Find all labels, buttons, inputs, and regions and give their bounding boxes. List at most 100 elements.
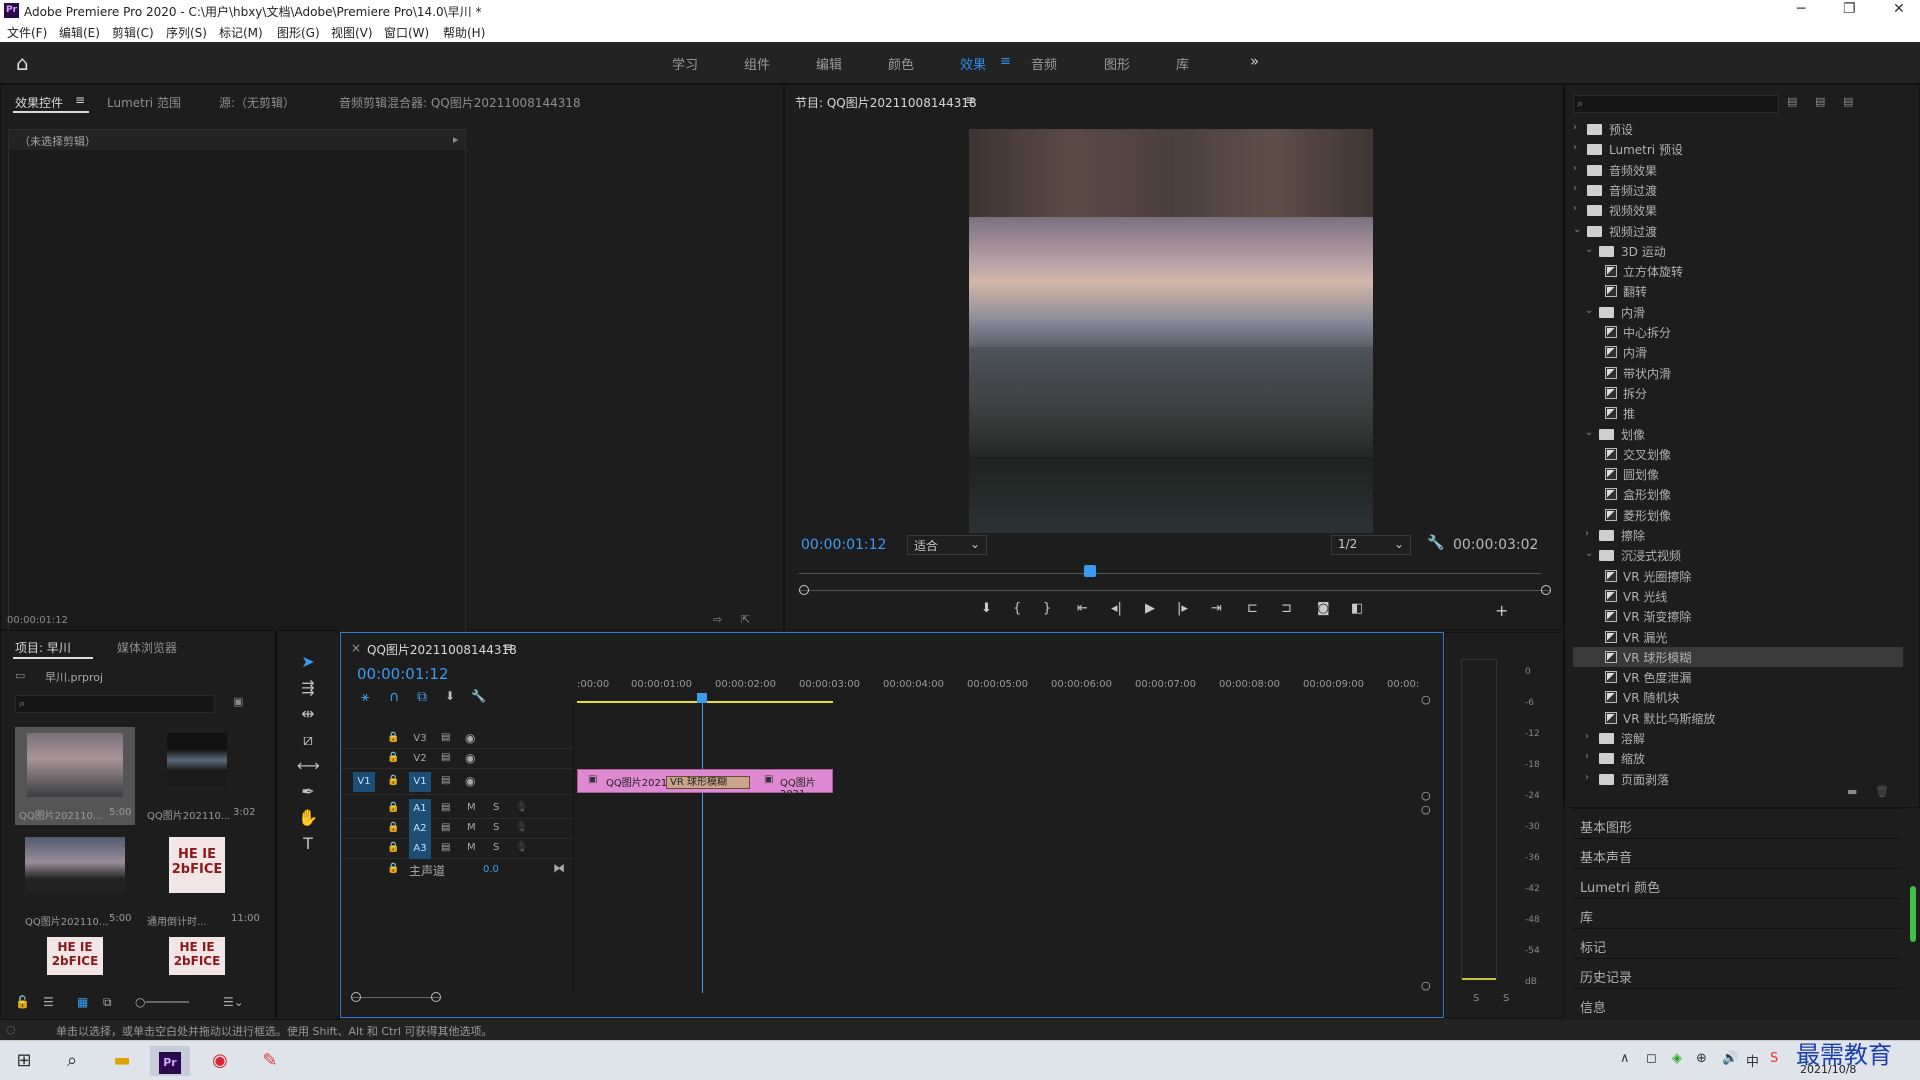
lift-icon[interactable]: ⊏	[1247, 601, 1258, 616]
step-back-icon[interactable]: ◂|	[1111, 601, 1122, 616]
solo-button[interactable]: S	[493, 822, 499, 833]
playhead-handle[interactable]	[1084, 565, 1096, 577]
settings-wrench-icon[interactable]: 🔧	[471, 689, 486, 703]
lock-icon[interactable]: 🔒	[387, 842, 399, 853]
sort-icon[interactable]: ☰⌄	[223, 995, 244, 1009]
section-essential-sound[interactable]: 基本声音	[1572, 838, 1902, 866]
effect-folder[interactable]: ⌄ 内滑	[1573, 302, 1903, 322]
effect-folder[interactable]: ⌄ 视频过渡	[1573, 221, 1903, 241]
notification-tray-icon[interactable]: ◻	[1646, 1051, 1657, 1066]
linked-selection-icon[interactable]: ⧉	[417, 689, 427, 705]
track-label[interactable]: V1	[409, 772, 431, 792]
effect-item[interactable]: VR 光圈擦除	[1573, 566, 1903, 586]
effect-folder[interactable]: › 擦除	[1573, 525, 1903, 545]
razor-tool-icon[interactable]: ⧄	[297, 729, 319, 751]
eye-icon[interactable]: ◉	[465, 774, 475, 788]
mute-button[interactable]: M	[467, 802, 476, 813]
premiere-taskbar-icon[interactable]: Pr	[150, 1046, 190, 1076]
tab-project[interactable]: 项目: 早川	[15, 639, 71, 656]
menu-view[interactable]: 视图(V)	[331, 24, 373, 41]
yuv-effects-icon[interactable]: ▤	[1843, 95, 1853, 108]
effect-item[interactable]: 菱形划像	[1573, 505, 1903, 525]
compare-icon[interactable]: ◧	[1351, 601, 1363, 616]
section-essential-graphics[interactable]: 基本图形	[1572, 808, 1902, 836]
track-label[interactable]: V3	[409, 733, 431, 744]
project-item[interactable]: QQ图片202110... 3:02	[145, 727, 265, 825]
export-icon[interactable]: ⇱	[741, 613, 750, 626]
video-clip[interactable]: ▣ QQ图片2021 ▣ QQ图片2021 VR 球形模糊	[577, 769, 833, 800]
ime-indicator[interactable]: 中	[1746, 1051, 1759, 1070]
track-label[interactable]: V2	[409, 753, 431, 764]
effect-folder[interactable]: › 视频效果	[1573, 200, 1903, 220]
section-info[interactable]: 信息	[1572, 988, 1902, 1020]
film-icon[interactable]: ▤	[441, 775, 450, 786]
menu-file[interactable]: 文件(F)	[7, 24, 47, 41]
menu-window[interactable]: 窗口(W)	[384, 24, 429, 41]
panel-menu-icon[interactable]: ≡	[75, 93, 85, 107]
new-bin-icon[interactable]: ▣	[233, 695, 243, 708]
menu-clip[interactable]: 剪辑(C)	[112, 24, 154, 41]
magnet-icon[interactable]: ∩	[389, 689, 399, 705]
expand-arrow-icon[interactable]: ▸	[453, 133, 459, 146]
lock-icon[interactable]: 🔒	[387, 775, 399, 786]
effect-folder[interactable]: › 溶解	[1573, 728, 1903, 748]
workspace-learning[interactable]: 学习	[672, 54, 698, 73]
menu-edit[interactable]: 编辑(E)	[59, 24, 100, 41]
effect-folder[interactable]: ⌄ 沉浸式视频	[1573, 545, 1903, 565]
tab-effect-controls[interactable]: 效果控件	[15, 94, 63, 111]
step-forward-icon[interactable]: |▸	[1177, 601, 1188, 616]
chevron-right-icon[interactable]: ›	[1585, 751, 1589, 762]
sogou-icon[interactable]: S	[1770, 1051, 1778, 1066]
add-marker-icon[interactable]: ⬇	[445, 689, 455, 703]
mute-button[interactable]: M	[467, 842, 476, 853]
tab-media-browser[interactable]: 媒体浏览器	[117, 639, 177, 656]
chevron-down-icon[interactable]: ⌄	[1585, 305, 1593, 316]
security-tray-icon[interactable]: ◈	[1672, 1051, 1682, 1066]
film-icon[interactable]: ▤	[441, 732, 450, 743]
zoom-slider[interactable]: ○──────	[135, 995, 189, 1009]
chevron-right-icon[interactable]: ›	[1585, 731, 1589, 742]
effect-folder[interactable]: ⌄ 划像	[1573, 424, 1903, 444]
workspace-color[interactable]: 颜色	[888, 54, 914, 73]
master-volume[interactable]: 0.0	[483, 864, 499, 875]
minimize-button[interactable]: ─	[1797, 1, 1805, 17]
tab-source[interactable]: 源:（无剪辑）	[219, 94, 295, 111]
menu-sequence[interactable]: 序列(S)	[166, 24, 207, 41]
effect-item[interactable]: 交叉划像	[1573, 444, 1903, 464]
zoom-handle-right[interactable]	[1541, 585, 1551, 595]
track-label[interactable]: A1	[409, 799, 431, 819]
delete-icon[interactable]: 🗑	[1875, 785, 1889, 798]
solo-button[interactable]: S	[493, 802, 499, 813]
lock-icon[interactable]: 🔒	[387, 732, 399, 743]
add-marker-icon[interactable]: ⬇	[981, 601, 992, 616]
workspace-graphics[interactable]: 图形	[1104, 54, 1130, 73]
timeline-ruler[interactable]: :00:00 00:00:01:00 00:00:02:00 00:00:03:…	[577, 677, 1419, 707]
home-icon[interactable]: ⌂	[16, 52, 40, 74]
effect-item[interactable]: 盒形划像	[1573, 484, 1903, 504]
zoom-scroll-bar[interactable]	[799, 585, 1551, 597]
mic-icon[interactable]: 🎙	[515, 822, 528, 833]
filter-icon[interactable]: ⇨	[713, 613, 722, 626]
effect-folder[interactable]: › 预设	[1573, 119, 1903, 139]
effect-item[interactable]: VR 默比乌斯缩放	[1573, 708, 1903, 728]
mic-icon[interactable]: 🎙	[515, 802, 528, 813]
effect-item[interactable]: 圆划像	[1573, 464, 1903, 484]
effect-item[interactable]: VR 随机块	[1573, 687, 1903, 707]
tray-overflow-icon[interactable]: ∧	[1620, 1051, 1630, 1066]
lock-icon[interactable]: 🔒	[387, 752, 399, 763]
chevron-right-icon[interactable]: ›	[1585, 528, 1589, 539]
horizontal-zoom-scroll[interactable]	[351, 991, 441, 1003]
effect-item[interactable]: VR 漏光	[1573, 627, 1903, 647]
sync-lock-icon[interactable]: ▤	[441, 822, 450, 833]
effect-folder[interactable]: › 缩放	[1573, 748, 1903, 768]
section-markers[interactable]: 标记	[1572, 928, 1902, 956]
section-libraries[interactable]: 库	[1572, 898, 1902, 926]
lock-icon[interactable]: 🔓	[15, 995, 30, 1009]
icon-view-icon[interactable]: ▦	[77, 995, 88, 1009]
network-icon[interactable]: ⊕	[1696, 1051, 1707, 1066]
film-icon[interactable]: ▤	[441, 752, 450, 763]
effects-search-input[interactable]: ⌕	[1573, 95, 1779, 113]
workspace-libraries[interactable]: 库	[1176, 54, 1189, 73]
resolution-dropdown[interactable]: 1/2 ⌄	[1331, 535, 1411, 555]
chevron-down-icon[interactable]: ⌄	[1585, 548, 1593, 559]
